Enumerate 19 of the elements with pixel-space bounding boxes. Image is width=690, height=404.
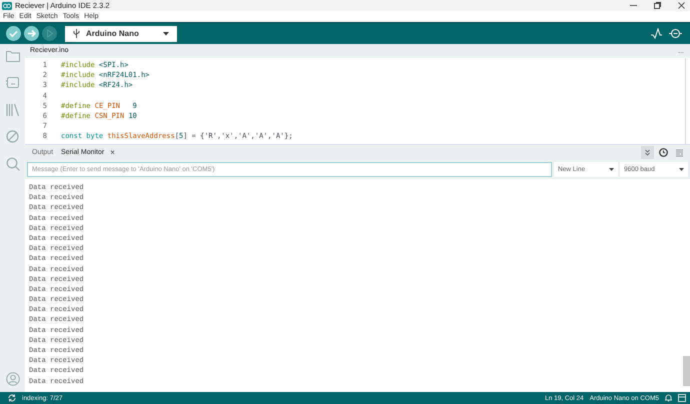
panel-layout-icon[interactable] [678, 394, 686, 402]
caret-icon [609, 168, 614, 171]
bell-icon[interactable] [665, 394, 672, 402]
usb-icon [73, 29, 80, 38]
caret-icon [679, 168, 684, 171]
close-icon[interactable] [678, 2, 685, 9]
serial-plotter-icon[interactable] [651, 28, 662, 39]
serial-monitor-icon[interactable] [669, 28, 682, 39]
sync-icon [8, 394, 16, 402]
verify-check-icon[interactable] [6, 26, 21, 41]
scrollbar-thumb[interactable] [683, 356, 690, 386]
timestamp-clock-icon[interactable] [657, 146, 670, 159]
autoscroll-chevrons-icon[interactable] [641, 146, 654, 159]
board-selector[interactable]: Arduino Nano [65, 26, 177, 42]
close-tab-button[interactable]: × [110, 148, 115, 157]
minimize-icon[interactable] [630, 2, 637, 9]
caret-icon [163, 32, 169, 36]
restore-icon[interactable] [654, 2, 661, 9]
board-name: Arduino Nano [86, 29, 139, 38]
